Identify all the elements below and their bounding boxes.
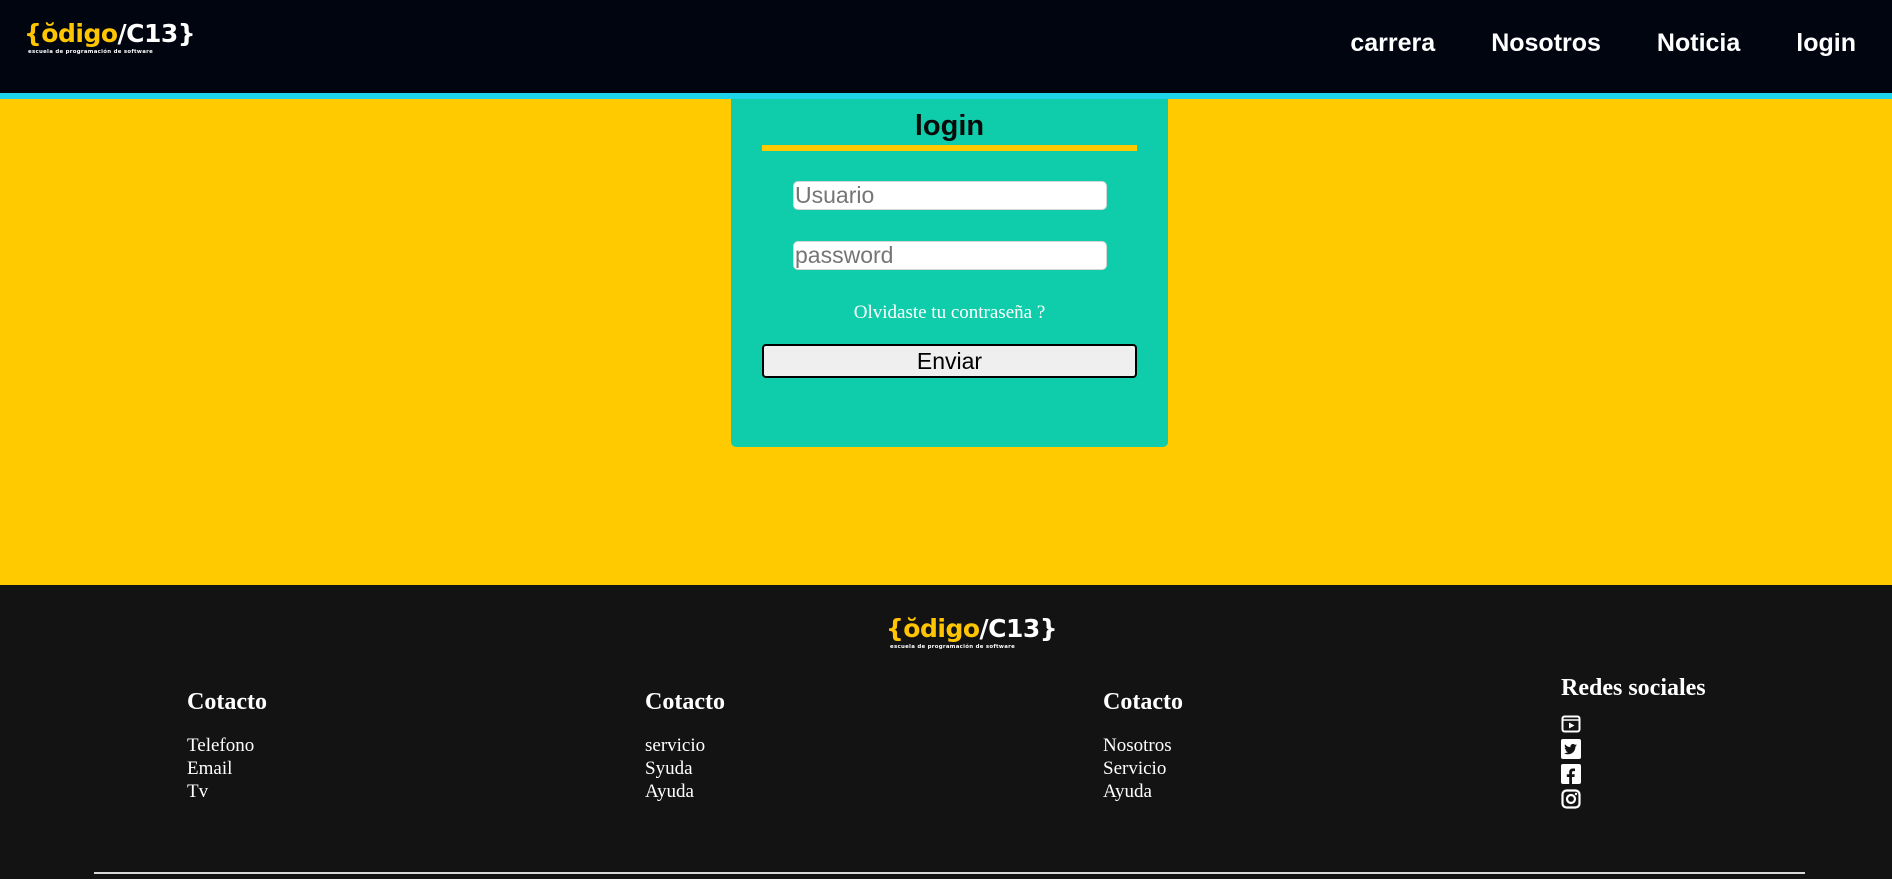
twitter-icon[interactable] bbox=[1561, 739, 1581, 759]
nav-item-nosotros[interactable]: Nosotros bbox=[1491, 22, 1601, 64]
footer-link-ayuda[interactable]: Ayuda bbox=[1103, 780, 1183, 803]
main-content: login Olvidaste tu contraseña ? Enviar bbox=[0, 99, 1892, 585]
nav-item-noticia[interactable]: Noticia bbox=[1657, 22, 1740, 64]
logo-wordmark-rest: /C13} bbox=[117, 19, 196, 48]
instagram-icon[interactable] bbox=[1561, 789, 1581, 809]
footer-divider bbox=[94, 872, 1805, 874]
footer-logo-wordmark: {ŏdigo/C13} bbox=[886, 614, 1058, 643]
footer-logo-wordmark-rest: /C13} bbox=[979, 614, 1058, 643]
login-title: login bbox=[914, 110, 985, 142]
nav-item-login[interactable]: login bbox=[1796, 22, 1856, 64]
site-footer: {ŏdigo/C13} escuela de programación de s… bbox=[0, 585, 1892, 879]
footer-column-heading: Cotacto bbox=[645, 689, 725, 715]
username-input[interactable] bbox=[793, 181, 1107, 210]
footer-logo[interactable]: {ŏdigo/C13} escuela de programación de s… bbox=[886, 615, 1058, 655]
logo-wordmark: {ŏdigo/C13} bbox=[24, 19, 196, 48]
footer-column-heading: Cotacto bbox=[1103, 689, 1183, 715]
footer-column-1: Cotacto Telefono Email Tv bbox=[187, 687, 267, 803]
footer-column-heading: Cotacto bbox=[187, 689, 267, 715]
footer-link-ayuda[interactable]: Ayuda bbox=[645, 780, 725, 803]
password-input[interactable] bbox=[793, 241, 1107, 270]
site-header: {ŏdigo/C13} escuela de programación de s… bbox=[0, 0, 1892, 99]
logo-wordmark-accent: {ŏdigo bbox=[24, 19, 118, 48]
youtube-icon[interactable] bbox=[1561, 714, 1581, 734]
footer-column-2: Cotacto servicio Syuda Ayuda bbox=[645, 687, 725, 803]
submit-button[interactable]: Enviar bbox=[762, 344, 1137, 378]
nav-item-carrera[interactable]: carrera bbox=[1350, 22, 1435, 64]
title-underline bbox=[762, 145, 1137, 151]
footer-link-telefono[interactable]: Telefono bbox=[187, 734, 267, 757]
main-nav: carrera Nosotros Noticia login bbox=[1350, 22, 1892, 64]
social-heading: Redes sociales bbox=[1561, 675, 1706, 701]
footer-link-tv[interactable]: Tv bbox=[187, 780, 267, 803]
forgot-password-link[interactable]: Olvidaste tu contraseña ? bbox=[731, 302, 1168, 324]
logo-tagline: escuela de programación de software bbox=[28, 49, 154, 55]
footer-column-3: Cotacto Nosotros Servicio Ayuda bbox=[1103, 687, 1183, 803]
facebook-icon[interactable] bbox=[1561, 764, 1581, 784]
footer-logo-wordmark-accent: {ŏdigo bbox=[886, 614, 980, 643]
brand-logo[interactable]: {ŏdigo/C13} escuela de programación de s… bbox=[24, 20, 196, 60]
footer-logo-tagline: escuela de programación de software bbox=[890, 644, 1016, 650]
footer-link-email[interactable]: Email bbox=[187, 757, 267, 780]
footer-social-column: Redes sociales bbox=[1561, 673, 1706, 814]
footer-link-syuda[interactable]: Syuda bbox=[645, 757, 725, 780]
footer-link-servicio[interactable]: Servicio bbox=[1103, 757, 1183, 780]
footer-link-nosotros[interactable]: Nosotros bbox=[1103, 734, 1183, 757]
footer-link-servicio[interactable]: servicio bbox=[645, 734, 725, 757]
login-form: login Olvidaste tu contraseña ? Enviar bbox=[731, 99, 1168, 447]
